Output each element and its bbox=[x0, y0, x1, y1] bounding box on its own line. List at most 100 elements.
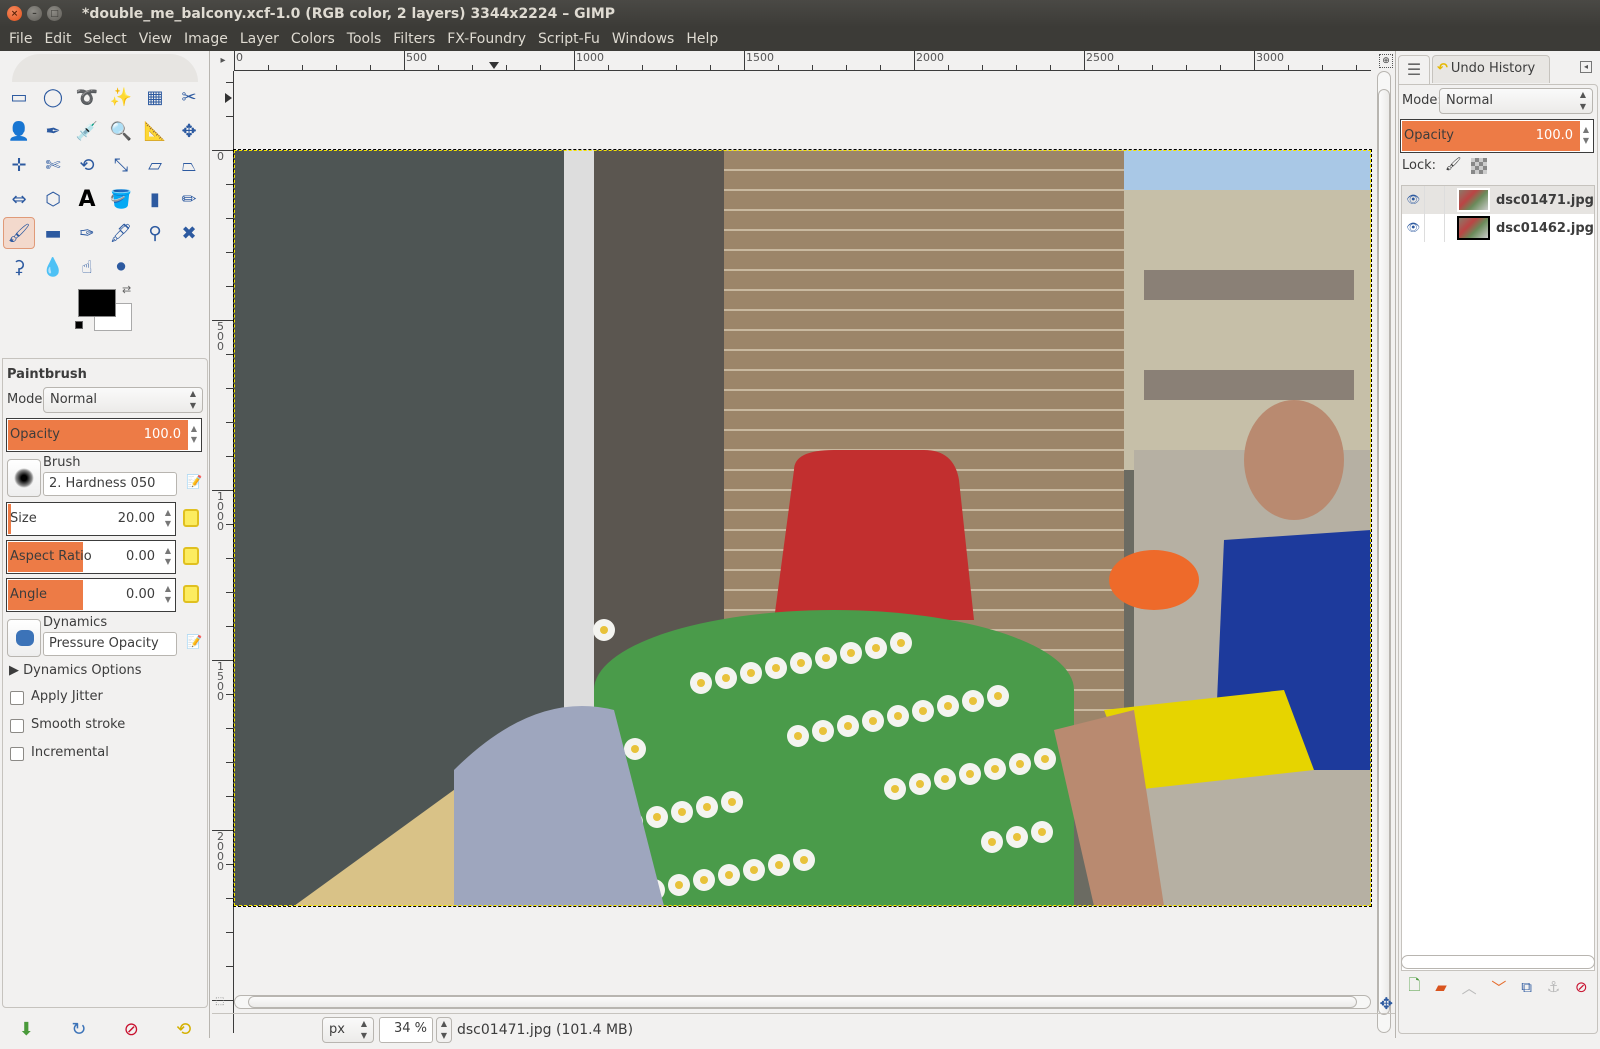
spin-arrows-icon[interactable]: ▲ ▼ bbox=[165, 507, 171, 529]
foreground-color-swatch[interactable] bbox=[78, 289, 116, 317]
tool-color-picker[interactable]: 💉 bbox=[71, 115, 103, 147]
lock-pixels-icon[interactable]: 🖌 bbox=[1445, 157, 1462, 172]
menu-filters[interactable]: Filters bbox=[387, 31, 441, 47]
aspect-ratio-slider[interactable]: Aspect Ratio 0.00 ▲ ▼ bbox=[6, 540, 176, 574]
menu-file[interactable]: File bbox=[3, 31, 38, 47]
tool-perspective-clone[interactable]: ⚳ bbox=[3, 251, 35, 283]
menu-windows[interactable]: Windows bbox=[606, 31, 681, 47]
tool-free-select[interactable]: ➰ bbox=[71, 81, 103, 113]
layer-row[interactable]: 👁 dsc01471.jpg bbox=[1402, 186, 1594, 214]
menu-tools[interactable]: Tools bbox=[341, 31, 388, 47]
spin-arrows-icon[interactable]: ▲ ▼ bbox=[165, 583, 171, 605]
delete-layer-icon[interactable]: ⊘ bbox=[1575, 978, 1588, 996]
dynamics-options-expander[interactable]: ▶ Dynamics Options bbox=[9, 663, 142, 678]
tool-pencil[interactable]: ✏ bbox=[173, 183, 205, 215]
menu-select[interactable]: Select bbox=[78, 31, 133, 47]
spin-arrows-icon[interactable]: ▲ ▼ bbox=[1583, 124, 1589, 146]
size-slider[interactable]: Size 20.00 ▲ ▼ bbox=[6, 502, 176, 536]
save-options-icon[interactable]: ⬇ bbox=[19, 1019, 34, 1040]
reset-options-icon[interactable]: ⟲ bbox=[176, 1019, 191, 1040]
tab-layers[interactable]: ☰ bbox=[1398, 55, 1430, 85]
horizontal-ruler[interactable]: 0 500 1000 1500 2000 2500 3000 bbox=[234, 51, 1371, 71]
tool-foreground-select[interactable]: 👤 bbox=[3, 115, 35, 147]
menu-fx-foundry[interactable]: FX-Foundry bbox=[441, 31, 532, 47]
navigate-icon[interactable]: ✥ bbox=[1380, 994, 1393, 1013]
tool-paths[interactable]: ✒ bbox=[37, 115, 69, 147]
opacity-slider[interactable]: Opacity 100.0 ▲ ▼ bbox=[6, 418, 202, 452]
mode-combo[interactable]: Normal ▲ ▼ bbox=[43, 387, 203, 413]
menu-script-fu[interactable]: Script-Fu bbox=[532, 31, 606, 47]
reset-aspect-ratio-icon[interactable] bbox=[183, 547, 199, 565]
tool-blur-sharpen[interactable]: 💧 bbox=[37, 251, 69, 283]
tool-select-by-color[interactable]: ▦ bbox=[139, 81, 171, 113]
spin-arrows-icon[interactable]: ▲ ▼ bbox=[191, 423, 197, 445]
tool-crop[interactable]: ✄ bbox=[37, 149, 69, 181]
menu-help[interactable]: Help bbox=[680, 31, 724, 47]
tool-clone[interactable]: ⚲ bbox=[139, 217, 171, 249]
vertical-ruler[interactable]: 0 500 1000 1500 2000 bbox=[212, 71, 234, 1033]
zoom-entry[interactable]: 34 % bbox=[379, 1017, 433, 1043]
tool-ellipse-select[interactable]: ◯ bbox=[37, 81, 69, 113]
smooth-stroke-checkbox[interactable] bbox=[10, 719, 24, 733]
lower-layer-icon[interactable]: ﹀ bbox=[1491, 977, 1506, 998]
brush-preview[interactable] bbox=[7, 459, 41, 497]
reset-size-icon[interactable] bbox=[183, 509, 199, 527]
duplicate-layer-icon[interactable]: ⧉ bbox=[1521, 978, 1532, 996]
zoom-image-icon[interactable]: ⊕ bbox=[1379, 54, 1393, 68]
anchor-layer-icon[interactable]: ⚓ bbox=[1547, 978, 1560, 996]
layer-list-scrollbar[interactable] bbox=[1401, 955, 1595, 969]
menu-image[interactable]: Image bbox=[178, 31, 234, 47]
incremental-checkbox[interactable] bbox=[10, 747, 24, 761]
menu-colors[interactable]: Colors bbox=[285, 31, 341, 47]
tool-cage-transform[interactable]: ⬡ bbox=[37, 183, 69, 215]
zoom-combo-arrows-icon[interactable]: ▲ ▼ bbox=[436, 1017, 452, 1043]
default-colors-icon[interactable] bbox=[75, 321, 83, 329]
unit-combo[interactable]: px ▲ ▼ bbox=[322, 1017, 374, 1043]
tool-heal[interactable]: ✖ bbox=[173, 217, 205, 249]
reset-angle-icon[interactable] bbox=[183, 585, 199, 603]
tool-scale[interactable]: ⤡ bbox=[105, 149, 137, 181]
tool-shear[interactable]: ▱ bbox=[139, 149, 171, 181]
minimize-button[interactable]: – bbox=[27, 6, 42, 21]
tool-fuzzy-select[interactable]: ✨ bbox=[105, 81, 137, 113]
dock-tab-menu-icon[interactable]: ◂ bbox=[1580, 61, 1592, 73]
tool-measure[interactable]: 📐 bbox=[139, 115, 171, 147]
tool-rect-select[interactable]: ▭ bbox=[3, 81, 35, 113]
quick-mask-toggle-icon[interactable]: ⬚ bbox=[215, 996, 224, 1007]
visibility-eye-icon[interactable]: 👁 bbox=[1402, 214, 1426, 242]
tool-dodge-burn[interactable]: ⚫ bbox=[105, 251, 137, 283]
visibility-eye-icon[interactable]: 👁 bbox=[1402, 186, 1426, 214]
swap-colors-icon[interactable]: ⇄ bbox=[122, 283, 131, 296]
image-canvas[interactable] bbox=[233, 149, 1372, 907]
tool-flip[interactable]: ⇔ bbox=[3, 183, 35, 215]
tool-bucket-fill[interactable]: 🪣 bbox=[105, 183, 137, 215]
dynamics-name-entry[interactable]: Pressure Opacity bbox=[43, 632, 177, 656]
new-layer-group-icon[interactable]: ▰ bbox=[1435, 978, 1447, 996]
link-toggle[interactable] bbox=[1425, 186, 1445, 214]
tool-ink[interactable]: 🖋 bbox=[105, 217, 137, 249]
brush-name-entry[interactable]: 2. Hardness 050 bbox=[43, 472, 177, 496]
menu-layer[interactable]: Layer bbox=[234, 31, 285, 47]
vertical-scroll-thumb[interactable] bbox=[1378, 89, 1390, 1015]
vertical-scrollbar[interactable] bbox=[1375, 71, 1393, 1033]
layer-row[interactable]: 👁 dsc01462.jpg bbox=[1402, 214, 1594, 242]
layer-mode-combo[interactable]: Normal ▲ ▼ bbox=[1439, 88, 1593, 114]
menu-view[interactable]: View bbox=[133, 31, 178, 47]
horizontal-scroll-thumb[interactable] bbox=[248, 996, 1357, 1008]
horizontal-scrollbar[interactable] bbox=[234, 995, 1371, 1011]
close-button[interactable]: × bbox=[7, 6, 22, 21]
raise-layer-icon[interactable]: ︿ bbox=[1462, 977, 1477, 998]
tool-zoom[interactable]: 🔍 bbox=[105, 115, 137, 147]
tool-smudge[interactable]: ☝ bbox=[71, 251, 103, 283]
apply-jitter-checkbox[interactable] bbox=[10, 691, 24, 705]
delete-options-icon[interactable]: ⊘ bbox=[124, 1019, 139, 1040]
tool-move[interactable]: ✥ bbox=[173, 115, 205, 147]
tool-airbrush[interactable]: ✑ bbox=[71, 217, 103, 249]
new-layer-icon[interactable]: 🗋 bbox=[1408, 975, 1420, 1000]
tool-paintbrush[interactable]: 🖌 bbox=[3, 217, 35, 249]
wilber-drop-area[interactable] bbox=[12, 54, 198, 82]
spin-arrows-icon[interactable]: ▲ ▼ bbox=[165, 545, 171, 567]
edit-brush-icon[interactable]: 📝 bbox=[186, 475, 202, 490]
angle-slider[interactable]: Angle 0.00 ▲ ▼ bbox=[6, 578, 176, 612]
restore-options-icon[interactable]: ↻ bbox=[71, 1019, 86, 1040]
